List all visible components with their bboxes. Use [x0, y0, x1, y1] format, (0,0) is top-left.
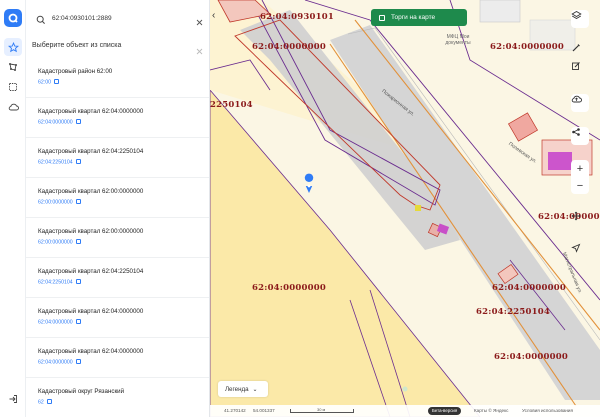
torgi-on-map-button[interactable]: Торги на карте	[371, 9, 467, 26]
item-number[interactable]: 62:04:0000000	[38, 119, 81, 126]
copy-icon[interactable]	[75, 119, 81, 124]
list-item[interactable]: Кадастровый квартал 62:04:0000000 62:04:…	[26, 98, 209, 138]
list-item[interactable]: Кадастровый квартал 62:00:0000000 62:00:…	[26, 178, 209, 218]
coord-lat: 41.270142	[224, 408, 246, 413]
edit-icon[interactable]	[571, 61, 589, 79]
ruler-icon[interactable]	[571, 43, 589, 61]
list-item[interactable]: Кадастровый квартал 62:04:2250104 62:04:…	[26, 138, 209, 178]
item-number[interactable]: 62	[38, 399, 52, 406]
results-panel: Выберите объект из списка Кадастровый ра…	[26, 0, 210, 417]
item-title: Кадастровый квартал 62:04:2250104	[38, 268, 144, 275]
close-icon[interactable]	[196, 13, 203, 31]
search-bar	[30, 8, 206, 28]
map-canvas[interactable]: 62:04:0930101 62:04:0000000 62:04:000000…	[210, 0, 600, 417]
cadastral-label: 62:04:0000000	[494, 352, 568, 362]
cadastral-label: 62:04:0000000	[492, 283, 566, 293]
item-title: Кадастровый квартал 62:04:2250104	[38, 148, 144, 155]
copy-icon[interactable]	[75, 159, 81, 164]
scale-label: 30 м	[317, 407, 326, 412]
item-number[interactable]: 62:04:2250104	[38, 159, 81, 166]
search-icon	[36, 12, 46, 30]
polygon-icon[interactable]	[4, 58, 22, 76]
item-title: Кадастровый район 62:00	[38, 68, 113, 75]
results-list: Кадастровый район 62:00 62:00 Кадастровы…	[26, 58, 209, 417]
left-rail	[0, 0, 26, 417]
upload-cloud-icon[interactable]	[571, 94, 589, 112]
rectangle-select-icon[interactable]	[4, 78, 22, 96]
list-item[interactable]: Кадастровый район 62:00 62:00	[26, 58, 209, 98]
copy-icon[interactable]	[46, 399, 52, 404]
cadastral-label: 62:04:2250104	[476, 307, 550, 317]
share-icon[interactable]	[571, 127, 589, 145]
item-number[interactable]: 62:00:0000000	[38, 239, 81, 246]
copy-icon[interactable]	[75, 359, 81, 364]
copy-icon[interactable]	[75, 199, 81, 204]
move-icon[interactable]	[571, 211, 589, 229]
cadastral-label: 62:04:0930101	[260, 12, 334, 22]
list-item[interactable]: Кадастровый округ Рязанский 62	[26, 378, 209, 417]
cadastral-label: 2250104	[210, 100, 253, 110]
cadastral-label: 62:04:0000000	[490, 42, 564, 52]
chevron-down-icon: ⌄	[252, 385, 258, 393]
beta-badge: Бета-версия	[428, 407, 462, 415]
layers-icon[interactable]	[571, 10, 589, 28]
list-item[interactable]: Кадастровый квартал 62:04:0000000 62:04:…	[26, 338, 209, 378]
collapse-panel-icon[interactable]: ‹	[212, 10, 215, 21]
star-icon[interactable]	[4, 38, 22, 56]
zoom-in-button[interactable]: +	[571, 160, 589, 177]
item-title: Кадастровый квартал 62:00:0000000	[38, 188, 144, 195]
app-logo-icon[interactable]	[4, 9, 22, 27]
item-number[interactable]: 62:04:0000000	[38, 359, 81, 366]
item-title: Кадастровый квартал 62:00:0000000	[38, 228, 144, 235]
cadastral-label: 62:04:0000000	[538, 212, 600, 222]
item-title: Кадастровый округ Рязанский	[38, 388, 125, 395]
cloud-icon[interactable]	[4, 98, 22, 116]
copy-icon[interactable]	[75, 239, 81, 244]
copy-icon[interactable]	[75, 279, 81, 284]
cadastral-label: 62:04:0000000	[252, 283, 326, 293]
copy-icon[interactable]	[75, 319, 81, 324]
navigate-icon[interactable]	[571, 243, 589, 261]
list-item[interactable]: Кадастровый квартал 62:00:0000000 62:00:…	[26, 218, 209, 258]
item-title: Кадастровый квартал 62:04:0000000	[38, 308, 144, 315]
terms-link[interactable]: Условия использования	[522, 408, 573, 413]
status-bar: 41.270142 54.001337 30 м Бета-версия Кар…	[210, 405, 600, 417]
legend-button[interactable]: Легенда ⌄	[218, 381, 268, 397]
item-title: Кадастровый квартал 62:04:0000000	[38, 348, 144, 355]
list-item[interactable]: Кадастровый квартал 62:04:2250104 62:04:…	[26, 258, 209, 298]
mfc-label: МФЦ Мои документы	[445, 34, 471, 46]
search-input[interactable]	[52, 11, 188, 25]
zoom-control: + −	[571, 160, 589, 194]
item-title: Кадастровый квартал 62:04:0000000	[38, 108, 144, 115]
item-number[interactable]: 62:00:0000000	[38, 199, 81, 206]
cadastral-label: 62:04:0000000	[252, 42, 326, 52]
maps-provider[interactable]: Карты © Яндекс	[474, 408, 508, 413]
item-number[interactable]: 62:04:0000000	[38, 319, 81, 326]
item-number[interactable]: 62:04:2250104	[38, 279, 81, 286]
item-number[interactable]: 62:00	[38, 79, 59, 86]
zoom-out-button[interactable]: −	[571, 177, 589, 194]
copy-icon[interactable]	[53, 79, 59, 84]
coord-lon: 54.001337	[253, 408, 275, 413]
checkbox-icon	[379, 14, 385, 21]
list-item[interactable]: Кадастровый квартал 62:04:0000000 62:04:…	[26, 298, 209, 338]
list-heading: Выберите объект из списка	[32, 42, 122, 49]
logout-icon[interactable]	[4, 390, 22, 408]
